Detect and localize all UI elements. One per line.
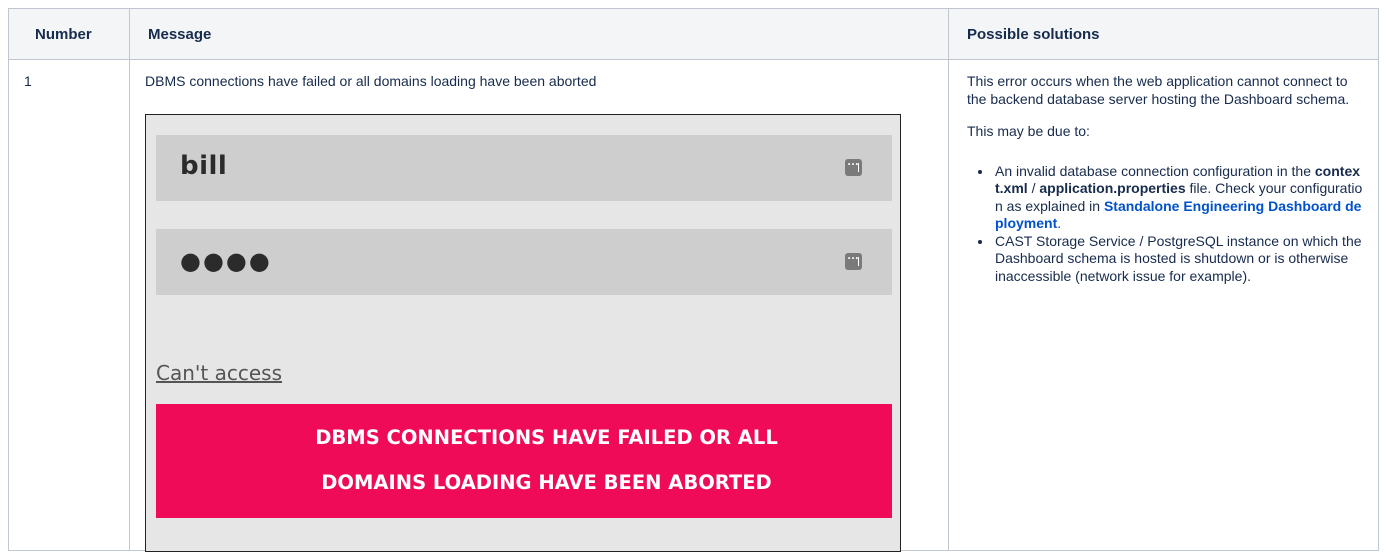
solutions-intro: This error occurs when the web applicati… — [967, 73, 1350, 107]
login-error-screenshot: bill ●●●● Can't access DBMS CONNECTIONS … — [145, 114, 901, 552]
item1-file2: application.properties — [1039, 180, 1186, 196]
list-item: CAST Storage Service / PostgreSQL instan… — [993, 233, 1368, 286]
username-field: bill — [156, 135, 892, 201]
error-line-1: DBMS CONNECTIONS HAVE FAILED OR ALL — [315, 426, 778, 449]
header-row: Number Message Possible solutions — [8, 8, 1379, 60]
header-solutions: Possible solutions — [948, 8, 1379, 60]
solutions-due-to: This may be due to: — [967, 123, 1090, 139]
password-field: ●●●● — [156, 229, 892, 295]
row-number: 1 — [8, 59, 130, 551]
header-number: Number — [8, 8, 130, 60]
row-solutions-cell: This error occurs when the web applicati… — [948, 59, 1379, 551]
item1-sep: / — [1027, 180, 1040, 196]
error-line-2: DOMAINS LOADING HAVE BEEN ABORTED — [321, 471, 772, 494]
row-message: DBMS connections have failed or all doma… — [145, 73, 597, 89]
item1-end: . — [1057, 215, 1062, 231]
cant-access-link: Can't access — [156, 361, 282, 385]
more-dots-icon — [845, 154, 862, 176]
more-dots-icon — [845, 248, 862, 270]
table-row: 1 DBMS connections have failed or all do… — [8, 59, 1379, 552]
solutions-list: An invalid database connection configura… — [967, 163, 1368, 286]
list-item: An invalid database connection configura… — [993, 163, 1368, 233]
item1-pre: An invalid database connection configura… — [995, 162, 1315, 179]
username-value: bill — [180, 151, 228, 181]
error-table: Number Message Possible solutions 1 DBMS… — [8, 8, 1379, 552]
error-banner: DBMS CONNECTIONS HAVE FAILED OR ALL DOMA… — [156, 404, 892, 518]
row-message-cell: DBMS connections have failed or all doma… — [129, 59, 949, 552]
password-value: ●●●● — [180, 247, 272, 275]
header-message: Message — [129, 8, 949, 60]
